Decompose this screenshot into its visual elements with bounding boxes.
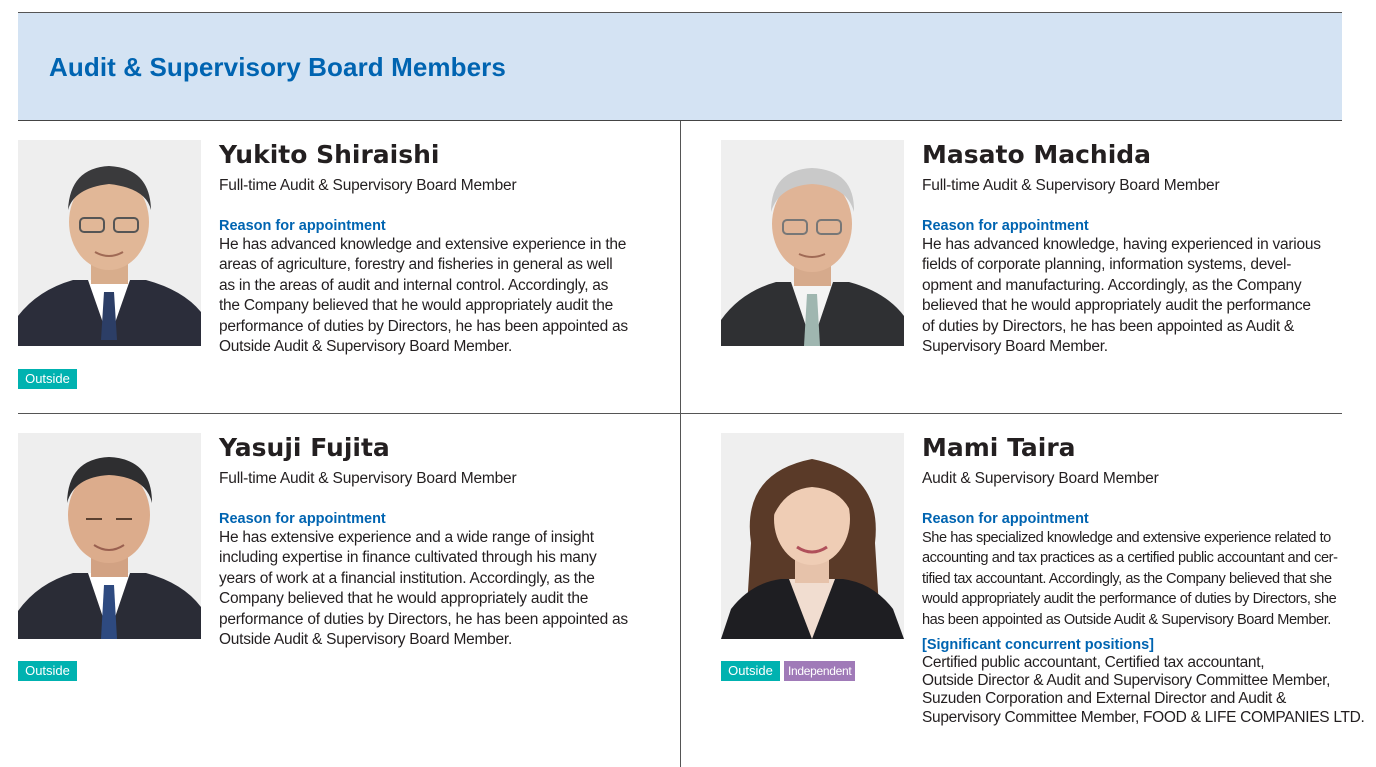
concurrent-line: Outside Director & Audit and Supervisory… <box>922 672 1331 690</box>
reason-line: believed that he would appropriately aud… <box>922 297 1311 315</box>
reason-line: fields of corporate planning, informatio… <box>922 256 1292 274</box>
column-divider <box>680 121 681 767</box>
reason-text: He has advanced knowledge, having experi… <box>922 235 1342 357</box>
reason-line: He has advanced knowledge and extensive … <box>219 236 627 253</box>
independent-badge: Independent <box>784 661 856 681</box>
concurrent-line: Supervisory Committee Member, FOOD & LIF… <box>922 708 1365 726</box>
concurrent-line: Certified public accountant, Certified t… <box>922 654 1265 672</box>
member-position: Full-time Audit & Supervisory Board Memb… <box>219 470 517 487</box>
reason-text: He has advanced knowledge and extensive … <box>219 235 649 357</box>
reason-label: Reason for appointment <box>219 511 386 527</box>
reason-line: the Company believed that he would appro… <box>219 297 613 315</box>
concurrent-line: Suzuden Corporation and External Directo… <box>922 690 1287 708</box>
reason-line: areas of agriculture, forestry and fishe… <box>219 256 613 274</box>
reason-line: He has advanced knowledge, having experi… <box>922 236 1321 253</box>
member-position: Audit & Supervisory Board Member <box>922 470 1159 487</box>
member-position: Full-time Audit & Supervisory Board Memb… <box>219 177 517 194</box>
outside-badge: Outside <box>721 661 780 681</box>
badges-shiraishi: Outside <box>18 369 77 389</box>
reason-line: performance of duties by Directors, he h… <box>219 317 628 335</box>
member-fujita: Yasuji Fujita Full-time Audit & Supervis… <box>219 433 649 650</box>
member-name: Masato Machida <box>922 140 1152 169</box>
reason-line: Company believed that he would appropria… <box>219 590 589 608</box>
reason-line: would appropriately audit the performanc… <box>922 591 1337 608</box>
section-title: Audit & Supervisory Board Members <box>49 52 506 82</box>
reason-line: has been appointed as Outside Audit & Su… <box>922 611 1331 628</box>
member-name: Yasuji Fujita <box>219 433 390 462</box>
reason-label: Reason for appointment <box>922 511 1089 527</box>
member-name: Yukito Shiraishi <box>219 140 440 169</box>
reason-text: He has extensive experience and a wide r… <box>219 528 649 650</box>
member-taira: Mami Taira Audit & Supervisory Board Mem… <box>922 433 1365 727</box>
badges-fujita: Outside <box>18 661 77 681</box>
outside-badge: Outside <box>18 369 77 389</box>
reason-line: years of work at a financial institution… <box>219 569 595 587</box>
reason-line: He has extensive experience and a wide r… <box>219 529 594 546</box>
reason-label: Reason for appointment <box>219 218 386 234</box>
reason-line: as in the areas of audit and internal co… <box>219 276 609 294</box>
reason-line: opment and manufacturing. Accordingly, a… <box>922 276 1302 294</box>
reason-line: of duties by Directors, he has been appo… <box>922 317 1295 335</box>
member-name: Mami Taira <box>922 433 1076 462</box>
reason-line: including expertise in finance cultivate… <box>219 549 597 567</box>
reason-line: tified tax accountant. Accordingly, as t… <box>922 570 1332 587</box>
concurrent-positions-text: Certified public accountant, Certified t… <box>922 654 1365 727</box>
badges-taira: Outside Independent <box>721 661 856 681</box>
reason-line: Supervisory Board Member. <box>922 338 1108 356</box>
section-header: Audit & Supervisory Board Members <box>18 13 1342 120</box>
reason-line: Outside Audit & Supervisory Board Member… <box>219 631 513 649</box>
member-photo-shiraishi <box>18 140 201 346</box>
member-photo-taira <box>721 433 904 639</box>
member-machida: Masato Machida Full-time Audit & Supervi… <box>922 140 1342 357</box>
reason-line: performance of duties by Directors, he h… <box>219 610 628 628</box>
reason-text: She has specialized knowledge and extens… <box>922 528 1342 630</box>
reason-line: Outside Audit & Supervisory Board Member… <box>219 338 513 356</box>
member-photo-machida <box>721 140 904 346</box>
reason-label: Reason for appointment <box>922 218 1089 234</box>
concurrent-positions-label: [Significant concurrent positions] <box>922 637 1155 654</box>
reason-line: accounting and tax practices as a certif… <box>922 550 1338 567</box>
member-shiraishi: Yukito Shiraishi Full-time Audit & Super… <box>219 140 649 357</box>
member-position: Full-time Audit & Supervisory Board Memb… <box>922 177 1220 194</box>
reason-line: She has specialized knowledge and extens… <box>922 530 1331 546</box>
outside-badge: Outside <box>18 661 77 681</box>
member-photo-fujita <box>18 433 201 639</box>
